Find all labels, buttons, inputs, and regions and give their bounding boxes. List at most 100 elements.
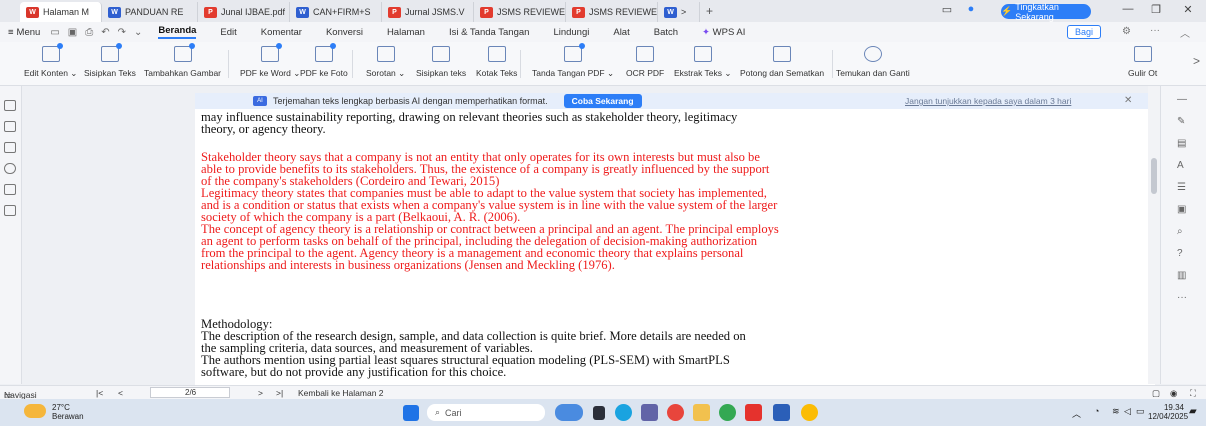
edit-icon[interactable]: ✎	[1177, 116, 1185, 127]
ribbon-next-icon[interactable]: >	[1193, 54, 1200, 68]
redo-icon[interactable]: ↷	[118, 27, 126, 38]
menu-lindungi[interactable]: Lindungi	[553, 27, 589, 38]
layers-icon[interactable]	[4, 205, 16, 216]
prev-page-icon[interactable]: <	[118, 388, 123, 398]
menu-komentar[interactable]: Komentar	[261, 27, 302, 38]
chrome-icon[interactable]	[719, 404, 736, 421]
pdf-to-photo-button[interactable]: PDF ke Foto	[300, 43, 348, 78]
highlight-button[interactable]: Sorotan ⌄	[366, 46, 405, 79]
system-clock[interactable]: 19.34 12/04/2025	[1148, 403, 1188, 421]
menu-konversi[interactable]: Konversi	[326, 27, 363, 38]
minus-icon[interactable]: —	[1177, 94, 1187, 105]
format-icon[interactable]: ☰	[1177, 182, 1186, 193]
insert-text-button[interactable]: Sisipkan Teks	[84, 43, 136, 78]
extract-text-button[interactable]: Ekstrak Teks ⌄	[674, 46, 732, 79]
window-icon[interactable]: ▭	[938, 3, 956, 16]
menu-batch[interactable]: Batch	[654, 27, 678, 38]
single-page-icon[interactable]: ▢	[1152, 388, 1160, 399]
crop-pin-button[interactable]: Potong dan Sematkan	[740, 46, 824, 78]
tab-document[interactable]: P JSMS REVIEWE	[566, 2, 658, 22]
tab-document[interactable]: W CAN+FIRM+S	[290, 2, 382, 22]
first-page-icon[interactable]: |<	[96, 388, 103, 398]
close-icon[interactable]: ✕	[1179, 3, 1197, 16]
chrome-alt-icon[interactable]	[801, 404, 818, 421]
word-icon[interactable]	[773, 404, 790, 421]
avatar-icon[interactable]: ●	[962, 3, 980, 15]
teams-icon[interactable]	[641, 404, 658, 421]
reading-mode-icon[interactable]: ◉	[1170, 388, 1177, 399]
volume-icon[interactable]: ◁	[1124, 406, 1131, 417]
ocr-pdf-button[interactable]: OCR PDF	[626, 46, 664, 78]
tab-overflow[interactable]: W >	[658, 2, 700, 22]
translate-icon[interactable]: A	[1177, 160, 1184, 171]
back-to-page-link[interactable]: Kembali ke Halaman 2	[298, 388, 384, 398]
menu-button[interactable]: Menu	[17, 27, 41, 38]
battery-icon[interactable]: ▭	[1136, 406, 1145, 417]
pdf-to-word-button[interactable]: PDF ke Word ⌄	[240, 43, 300, 79]
add-image-button[interactable]: Tambahkan Gambar	[144, 43, 221, 78]
copilot-icon[interactable]	[555, 404, 583, 421]
page-number-input[interactable]: 2/6	[150, 387, 230, 398]
network-icon[interactable]: ◔	[1094, 406, 1099, 416]
windows-start-icon[interactable]	[403, 405, 419, 421]
wps-ai-button[interactable]: ✦ WPS AI	[702, 27, 745, 38]
signature-panel-icon[interactable]	[4, 184, 16, 195]
vertical-scrollbar[interactable]	[1148, 86, 1160, 384]
insert-text-box-button[interactable]: Sisipkan teks	[416, 46, 466, 78]
settings-icon[interactable]: ⚙	[1122, 26, 1131, 37]
menu-halaman[interactable]: Halaman	[387, 27, 425, 38]
tray-chevron-icon[interactable]: ︿	[1072, 407, 1081, 420]
print-icon[interactable]: ⎙	[85, 27, 93, 38]
dont-show-link[interactable]: Jangan tunjukkan kepada saya dalam 3 har…	[905, 96, 1071, 106]
tab-document[interactable]: P JSMS REVIEWE	[474, 2, 566, 22]
tab-document[interactable]: W PANDUAN RE	[102, 2, 198, 22]
more-icon[interactable]: ···	[1177, 292, 1187, 303]
menu-isi-tanda-tangan[interactable]: Isi & Tanda Tangan	[449, 27, 529, 38]
minimize-icon[interactable]: —	[1119, 3, 1137, 15]
collapse-ribbon-icon[interactable]: ︿	[1180, 25, 1190, 40]
thumbnail-icon[interactable]	[4, 100, 16, 111]
last-page-icon[interactable]: >|	[276, 388, 283, 398]
scrollbar-thumb[interactable]	[1151, 158, 1157, 194]
undo-icon[interactable]: ↶	[101, 27, 109, 38]
search-icon[interactable]: ⌕	[1177, 226, 1183, 237]
pdf-signature-button[interactable]: Tanda Tangan PDF ⌄	[532, 43, 614, 79]
comment-icon[interactable]	[4, 142, 16, 153]
book-icon[interactable]: ▥	[1177, 270, 1186, 281]
upgrade-button[interactable]: ⚡ Tingkatkan Sekarang	[1001, 2, 1091, 22]
tab-document[interactable]: P Junal IJBAE.pdf	[198, 2, 290, 22]
tab-home[interactable]: W Halaman M	[20, 2, 102, 22]
menu-edit[interactable]: Edit	[220, 27, 236, 38]
restore-icon[interactable]: ❐	[1147, 3, 1165, 16]
ocr-icon[interactable]: ▣	[1177, 204, 1186, 215]
save-icon[interactable]: ▣	[68, 27, 77, 38]
new-tab-button[interactable]: +	[700, 4, 719, 18]
try-now-button[interactable]: Coba Sekarang	[563, 94, 642, 108]
file-explorer-icon[interactable]	[693, 404, 710, 421]
bookmark-icon[interactable]	[4, 121, 16, 132]
menu-beranda[interactable]: Beranda	[158, 25, 197, 39]
opera-icon[interactable]	[667, 404, 684, 421]
wps-office-icon[interactable]	[745, 404, 762, 421]
edit-content-button[interactable]: Edit Konten ⌄	[24, 43, 77, 79]
folder-icon[interactable]: ▭	[50, 27, 59, 38]
chevron-down-icon[interactable]: ⌄	[134, 27, 142, 38]
menu-alat[interactable]: Alat	[613, 27, 629, 38]
notification-icon[interactable]: ▰	[1189, 406, 1197, 417]
close-icon[interactable]: ✕	[1124, 95, 1132, 106]
share-button[interactable]: Bagi	[1067, 25, 1101, 39]
taskbar-search[interactable]: ⌕ Cari	[427, 404, 545, 421]
find-replace-button[interactable]: Temukan dan Ganti	[836, 46, 910, 78]
next-page-icon[interactable]: >	[258, 388, 263, 398]
task-view-icon[interactable]	[593, 406, 605, 420]
edge-browser-icon[interactable]	[615, 404, 632, 421]
text-box-button[interactable]: Kotak Teks	[476, 46, 517, 78]
help-icon[interactable]: ?	[1177, 248, 1183, 259]
weather-widget[interactable]	[24, 404, 54, 421]
auto-scroll-button[interactable]: Gulir Ot	[1128, 46, 1157, 78]
tab-document[interactable]: P Jurnal JSMS.V	[382, 2, 474, 22]
fullscreen-icon[interactable]: ⛶	[1190, 388, 1196, 399]
wifi-icon[interactable]: ≋	[1112, 406, 1120, 417]
hamburger-icon[interactable]: ≡	[8, 27, 14, 38]
attachment-icon[interactable]	[4, 163, 16, 174]
